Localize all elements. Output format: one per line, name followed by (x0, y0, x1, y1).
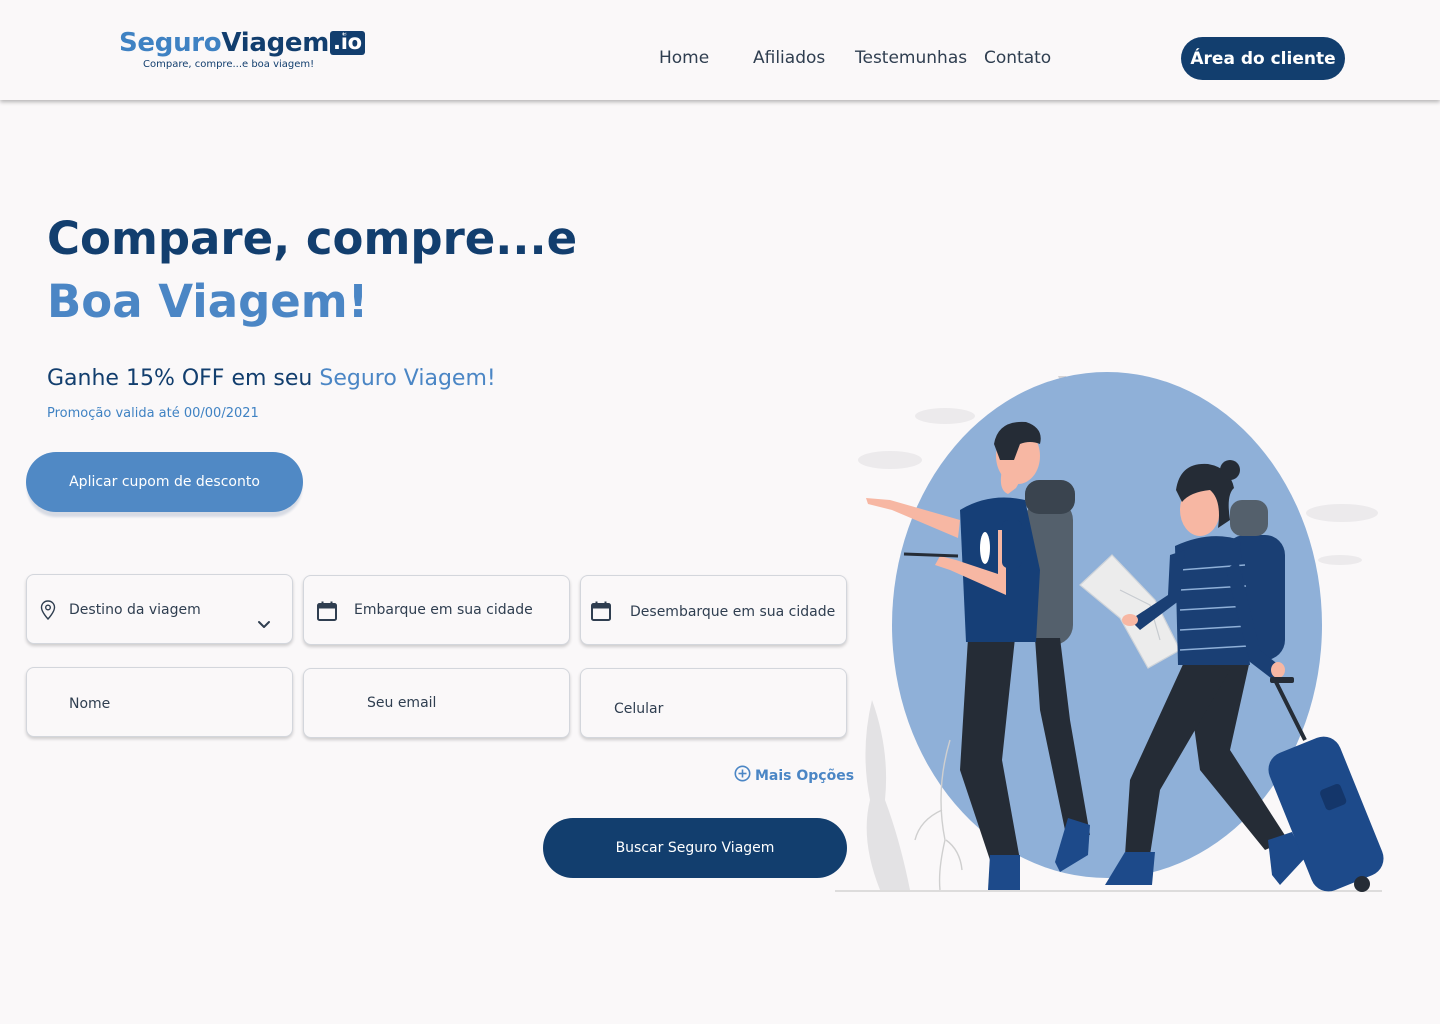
arrival-label: Desembarque em sua cidade (630, 604, 836, 620)
calendar-icon (316, 600, 338, 626)
logo-wordmark: SeguroViagem .io (119, 28, 365, 58)
travelers-illustration (835, 372, 1384, 892)
destination-label: Destino da viagem (69, 602, 201, 618)
headline-line1: Compare, compre...e (47, 212, 578, 265)
logo-part-viagem: Viagem (221, 28, 330, 58)
nav-afiliados[interactable]: Afiliados (753, 48, 825, 68)
logo-tagline: Compare, compre...e boa viagem! (143, 59, 315, 70)
logo[interactable]: SeguroViagem .io ® Compare, compre...e bo… (119, 28, 365, 78)
logo-registered-mark: ® (341, 30, 349, 39)
phone-field[interactable]: Celular (580, 668, 847, 738)
apply-coupon-button[interactable]: Aplicar cupom de desconto (26, 452, 303, 512)
calendar-icon (590, 600, 612, 626)
client-area-button[interactable]: Área do cliente (1181, 37, 1345, 80)
arrival-date-field[interactable]: Desembarque em sua cidade (580, 575, 847, 645)
site-header: SeguroViagem .io ® Compare, compre...e bo… (0, 0, 1440, 100)
chevron-down-icon (257, 615, 271, 634)
promo-validity-note: Promoção valida até 00/00/2021 (47, 406, 259, 421)
nav-home[interactable]: Home (659, 48, 709, 68)
plus-circle-icon (734, 765, 751, 786)
offer-prefix: Ganhe 15% OFF em seu (47, 366, 320, 391)
discount-offer: Ganhe 15% OFF em seu Seguro Viagem! (47, 366, 496, 391)
email-field[interactable]: Seu email (303, 668, 570, 738)
departure-label: Embarque em sua cidade (354, 602, 533, 618)
nav-contato[interactable]: Contato (984, 48, 1051, 68)
search-insurance-button[interactable]: Buscar Seguro Viagem (543, 818, 847, 878)
logo-part-seguro: Seguro (119, 28, 222, 58)
destination-select[interactable]: Destino da viagem (26, 574, 293, 644)
phone-placeholder: Celular (614, 701, 664, 717)
email-placeholder: Seu email (367, 695, 437, 711)
name-field[interactable]: Nome (26, 667, 293, 737)
headline-line2: Boa Viagem! (47, 275, 369, 328)
offer-accent: Seguro Viagem! (319, 366, 496, 391)
location-pin-icon (39, 600, 57, 624)
name-placeholder: Nome (69, 696, 111, 712)
departure-date-field[interactable]: Embarque em sua cidade (303, 575, 570, 645)
nav-testemunhas[interactable]: Testemunhas (855, 48, 967, 68)
